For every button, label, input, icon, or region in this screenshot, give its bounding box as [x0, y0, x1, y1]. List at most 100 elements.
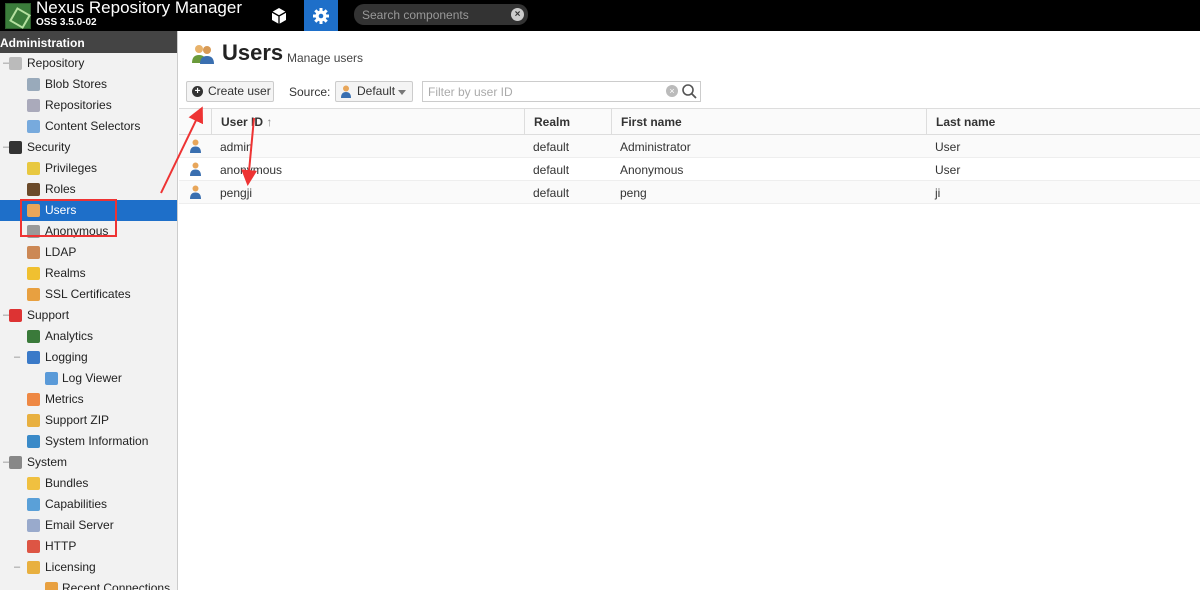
sidebar-item-label: Blob Stores — [45, 77, 108, 91]
sidebar-item-label: Log Viewer — [62, 371, 122, 385]
support-zip-icon — [27, 414, 40, 427]
user-icon — [341, 85, 351, 98]
clear-search-icon[interactable]: × — [511, 8, 524, 21]
sidebar-item-label: Repository — [27, 56, 85, 70]
anonymous-icon — [27, 225, 40, 238]
database-icon — [9, 57, 22, 70]
sidebar-item-security[interactable]: – Security — [0, 137, 177, 158]
nexus-logo-icon[interactable] — [5, 3, 31, 29]
sidebar-item-label: Email Server — [45, 518, 114, 532]
sort-ascending-icon: ↑ — [266, 115, 273, 129]
column-header-user-id[interactable]: User ID ↑ — [211, 109, 524, 134]
sidebar-item-label: Roles — [45, 182, 76, 196]
sidebar-item-label: Capabilities — [45, 497, 108, 511]
sidebar-item-http[interactable]: HTTP — [0, 536, 177, 557]
create-user-button[interactable]: + Create user — [186, 81, 274, 102]
sidebar-item-log-viewer[interactable]: Log Viewer — [0, 368, 177, 389]
search-placeholder: Search components — [362, 8, 469, 22]
search-components-input[interactable]: Search components × — [354, 4, 528, 25]
sidebar-item-content-selectors[interactable]: Content Selectors — [0, 116, 177, 137]
sidebar-item-label: Support — [27, 308, 70, 322]
cell-last-name: User — [935, 140, 961, 154]
ssl-certificate-icon — [27, 288, 40, 301]
create-user-label: Create user — [208, 84, 271, 98]
users-icon — [192, 45, 214, 64]
licensing-icon — [27, 561, 40, 574]
sidebar-item-logging[interactable]: – Logging — [0, 347, 177, 368]
sidebar-item-system-information[interactable]: System Information — [0, 431, 177, 452]
content-selector-icon — [27, 120, 40, 133]
cell-user-id: admin — [220, 140, 253, 154]
table-row[interactable]: pengji default peng ji — [179, 181, 1200, 204]
administration-button[interactable] — [304, 0, 338, 31]
column-header-realm[interactable]: Realm — [524, 109, 611, 134]
sidebar-item-capabilities[interactable]: Capabilities — [0, 494, 177, 515]
sidebar-item-label: Anonymous — [45, 224, 109, 238]
roles-icon — [27, 183, 40, 196]
sidebar-item-users[interactable]: Users — [0, 200, 177, 221]
browse-button[interactable] — [262, 0, 296, 31]
sidebar-item-support[interactable]: – Support — [0, 305, 177, 326]
log-viewer-icon — [45, 372, 58, 385]
gear-icon — [9, 456, 22, 469]
analytics-icon — [27, 330, 40, 343]
sidebar-item-metrics[interactable]: Metrics — [0, 389, 177, 410]
sidebar-item-system[interactable]: – System — [0, 452, 177, 473]
sidebar-item-support-zip[interactable]: Support ZIP — [0, 410, 177, 431]
sidebar-item-label: Metrics — [45, 392, 84, 406]
top-bar: Nexus Repository Manager OSS 3.5.0-02 Se… — [0, 0, 1200, 31]
sidebar-item-blob-stores[interactable]: Blob Stores — [0, 74, 177, 95]
admin-sidebar: Administration – Repository Blob Stores Rep… — [0, 31, 178, 590]
main-panel: Users Manage users + Create user Source:… — [179, 31, 1200, 590]
sidebar-item-label: Users — [45, 203, 77, 217]
sidebar-item-label: System — [27, 455, 68, 469]
search-icon[interactable] — [681, 83, 698, 100]
column-header-last-name[interactable]: Last name — [926, 109, 1200, 134]
source-value: Default — [357, 84, 396, 98]
sidebar-item-repository[interactable]: – Repository — [0, 53, 177, 74]
filter-user-id-input[interactable]: Filter by user ID × — [422, 81, 701, 102]
sidebar-section-title: Administration — [0, 31, 177, 53]
grid-header: User ID ↑ Realm First name Last name — [179, 108, 1200, 135]
eye-icon — [9, 141, 22, 154]
cell-realm: default — [533, 140, 570, 154]
recent-connections-icon — [45, 582, 58, 590]
column-header-first-name[interactable]: First name — [611, 109, 926, 134]
sidebar-item-label: SSL Certificates — [45, 287, 131, 301]
user-icon — [190, 185, 201, 199]
sidebar-item-label: Support ZIP — [45, 413, 110, 427]
table-row[interactable]: anonymous default Anonymous User — [179, 158, 1200, 181]
app-version: OSS 3.5.0-02 — [36, 17, 97, 28]
email-icon — [27, 519, 40, 532]
sidebar-item-email-server[interactable]: Email Server — [0, 515, 177, 536]
table-row[interactable]: admin default Administrator User — [179, 135, 1200, 158]
cell-last-name: User — [935, 163, 961, 177]
sidebar-item-repositories[interactable]: Repositories — [0, 95, 177, 116]
sidebar-item-recent-connections[interactable]: Recent Connections — [0, 578, 177, 590]
cell-last-name: ji — [935, 186, 941, 200]
sidebar-item-roles[interactable]: Roles — [0, 179, 177, 200]
source-dropdown[interactable]: Default — [335, 81, 413, 102]
cell-realm: default — [533, 163, 570, 177]
sidebar-item-realms[interactable]: Realms — [0, 263, 177, 284]
sidebar-item-ldap[interactable]: LDAP — [0, 242, 177, 263]
icon-column-header — [179, 109, 211, 134]
collapse-toggle-icon[interactable]: – — [14, 557, 20, 578]
sidebar-item-bundles[interactable]: Bundles — [0, 473, 177, 494]
sidebar-item-label: HTTP — [45, 539, 77, 553]
sidebar-item-anonymous[interactable]: Anonymous — [0, 221, 177, 242]
cell-first-name: Administrator — [620, 140, 691, 154]
sidebar-item-label: System Information — [45, 434, 149, 448]
user-icon — [190, 139, 201, 153]
sidebar-item-licensing[interactable]: – Licensing — [0, 557, 177, 578]
collapse-toggle-icon[interactable]: – — [14, 347, 20, 368]
sidebar-item-ssl-certificates[interactable]: SSL Certificates — [0, 284, 177, 305]
bundles-icon — [27, 477, 40, 490]
sidebar-item-analytics[interactable]: Analytics — [0, 326, 177, 347]
users-icon — [27, 204, 40, 217]
users-grid: User ID ↑ Realm First name Last name adm… — [179, 108, 1200, 204]
sidebar-item-privileges[interactable]: Privileges — [0, 158, 177, 179]
clear-filter-icon[interactable]: × — [666, 85, 678, 97]
cell-user-id: anonymous — [220, 163, 283, 177]
sidebar-item-label: Privileges — [45, 161, 98, 175]
